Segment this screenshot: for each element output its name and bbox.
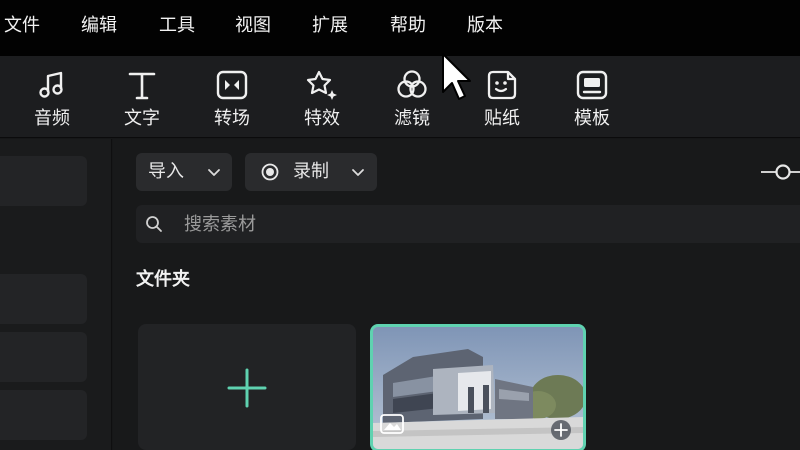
menu-tools[interactable]: 工具 xyxy=(159,15,195,37)
import-label: 导入 xyxy=(148,161,184,182)
tool-audio[interactable]: 音频 xyxy=(22,68,82,132)
tool-templates[interactable]: 模板 xyxy=(562,68,622,132)
folder-section-title: 文件夹 xyxy=(136,269,190,290)
record-icon xyxy=(261,163,279,181)
zoom-slider[interactable] xyxy=(761,161,800,183)
tool-audio-label: 音频 xyxy=(34,108,70,129)
media-toolbar: 音频 文字 转场 特效 滤镜 贴纸 模板 xyxy=(0,56,800,138)
category-item[interactable] xyxy=(0,332,87,382)
building-photo xyxy=(373,327,583,449)
menu-extension[interactable]: 扩展 xyxy=(312,15,348,37)
left-category-panel xyxy=(0,139,112,450)
menu-file[interactable]: 文件 xyxy=(4,15,40,37)
menu-bar: 文件 编辑 工具 视图 扩展 帮助 版本 xyxy=(0,0,800,56)
text-t-icon xyxy=(128,72,156,100)
chevron-down-icon xyxy=(208,169,220,176)
tool-filters[interactable]: 滤镜 xyxy=(382,68,442,132)
tool-filters-label: 滤镜 xyxy=(394,108,430,129)
tool-effects[interactable]: 特效 xyxy=(292,68,352,132)
filter-circles-icon xyxy=(397,70,427,98)
record-dropdown[interactable]: 录制 xyxy=(245,153,377,191)
media-thumbnail[interactable] xyxy=(370,324,586,450)
menu-help[interactable]: 帮助 xyxy=(390,15,426,37)
category-item[interactable] xyxy=(0,274,87,324)
plus-icon xyxy=(227,368,267,408)
mouse-cursor-icon xyxy=(442,53,471,100)
transition-icon xyxy=(216,70,248,100)
menu-edit[interactable]: 编辑 xyxy=(81,15,117,37)
music-note-icon xyxy=(39,71,63,98)
category-item[interactable] xyxy=(0,390,87,440)
import-dropdown[interactable]: 导入 xyxy=(136,153,232,191)
star-sparkle-icon xyxy=(306,70,337,100)
media-library: 导入 录制 文件夹 xyxy=(113,139,800,450)
tool-transition-label: 转场 xyxy=(214,108,250,129)
chevron-down-icon xyxy=(352,169,364,176)
tool-stickers[interactable]: 贴纸 xyxy=(472,68,532,132)
template-icon xyxy=(576,70,608,100)
tool-transition[interactable]: 转场 xyxy=(202,68,262,132)
tool-text-label: 文字 xyxy=(124,108,160,129)
category-item[interactable] xyxy=(0,156,87,206)
menu-version[interactable]: 版本 xyxy=(467,15,503,37)
tool-effects-label: 特效 xyxy=(304,108,340,129)
search-input[interactable] xyxy=(184,212,584,236)
menu-view[interactable]: 视图 xyxy=(235,15,271,37)
tool-stickers-label: 贴纸 xyxy=(484,108,520,129)
tool-templates-label: 模板 xyxy=(574,108,610,129)
search-icon xyxy=(146,216,162,232)
import-media-card[interactable] xyxy=(138,324,356,450)
record-label: 录制 xyxy=(293,161,329,182)
tool-text[interactable]: 文字 xyxy=(112,68,172,132)
search-bar xyxy=(136,205,800,243)
sticker-icon xyxy=(487,70,517,100)
